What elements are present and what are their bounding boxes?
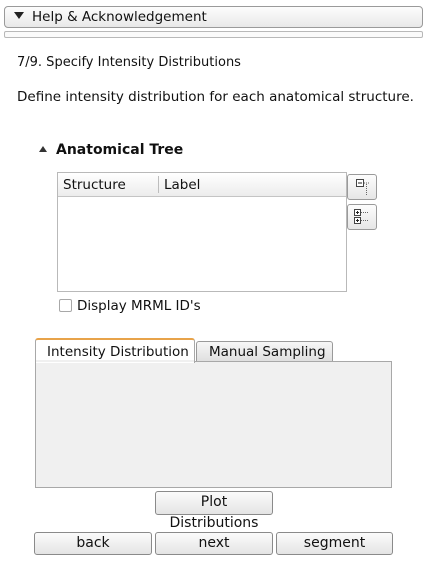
plot-distributions-button[interactable]: Plot Distributions xyxy=(155,491,273,531)
help-acknowledgement-collapsible[interactable]: Help & Acknowledgement xyxy=(4,6,423,28)
tab-label: Intensity Distribution xyxy=(47,344,189,360)
step-description: Define intensity distribution for each a… xyxy=(17,89,414,105)
section-divider xyxy=(4,31,423,38)
tab-label: Manual Sampling xyxy=(209,344,326,360)
column-header-label[interactable]: Label xyxy=(164,177,200,193)
expand-all-icon xyxy=(354,209,369,224)
display-mrml-ids-label[interactable]: Display MRML ID's xyxy=(77,298,201,314)
expand-all-button[interactable] xyxy=(347,204,377,230)
step-title: 7/9. Specify Intensity Distributions xyxy=(17,55,241,70)
tab-manual-sampling[interactable]: Manual Sampling xyxy=(196,341,333,362)
collapse-all-icon xyxy=(356,179,370,195)
anatomical-tree-view[interactable]: Structure Label xyxy=(57,172,347,292)
collapse-triangle-icon[interactable] xyxy=(39,146,47,152)
intensity-distribution-panel xyxy=(35,361,392,488)
anatomical-tree-title[interactable]: Anatomical Tree xyxy=(56,142,183,158)
next-button[interactable]: next xyxy=(155,532,273,555)
tree-header: Structure Label xyxy=(58,173,346,197)
chevron-down-icon xyxy=(14,12,24,19)
back-button[interactable]: back xyxy=(34,532,152,555)
tab-panel-join xyxy=(36,360,194,362)
column-header-structure[interactable]: Structure xyxy=(63,177,126,193)
help-acknowledgement-label: Help & Acknowledgement xyxy=(32,9,207,25)
collapse-all-button[interactable] xyxy=(347,174,377,200)
display-mrml-ids-checkbox[interactable] xyxy=(59,299,72,312)
column-separator[interactable] xyxy=(158,176,159,193)
segment-button[interactable]: segment xyxy=(276,532,393,555)
